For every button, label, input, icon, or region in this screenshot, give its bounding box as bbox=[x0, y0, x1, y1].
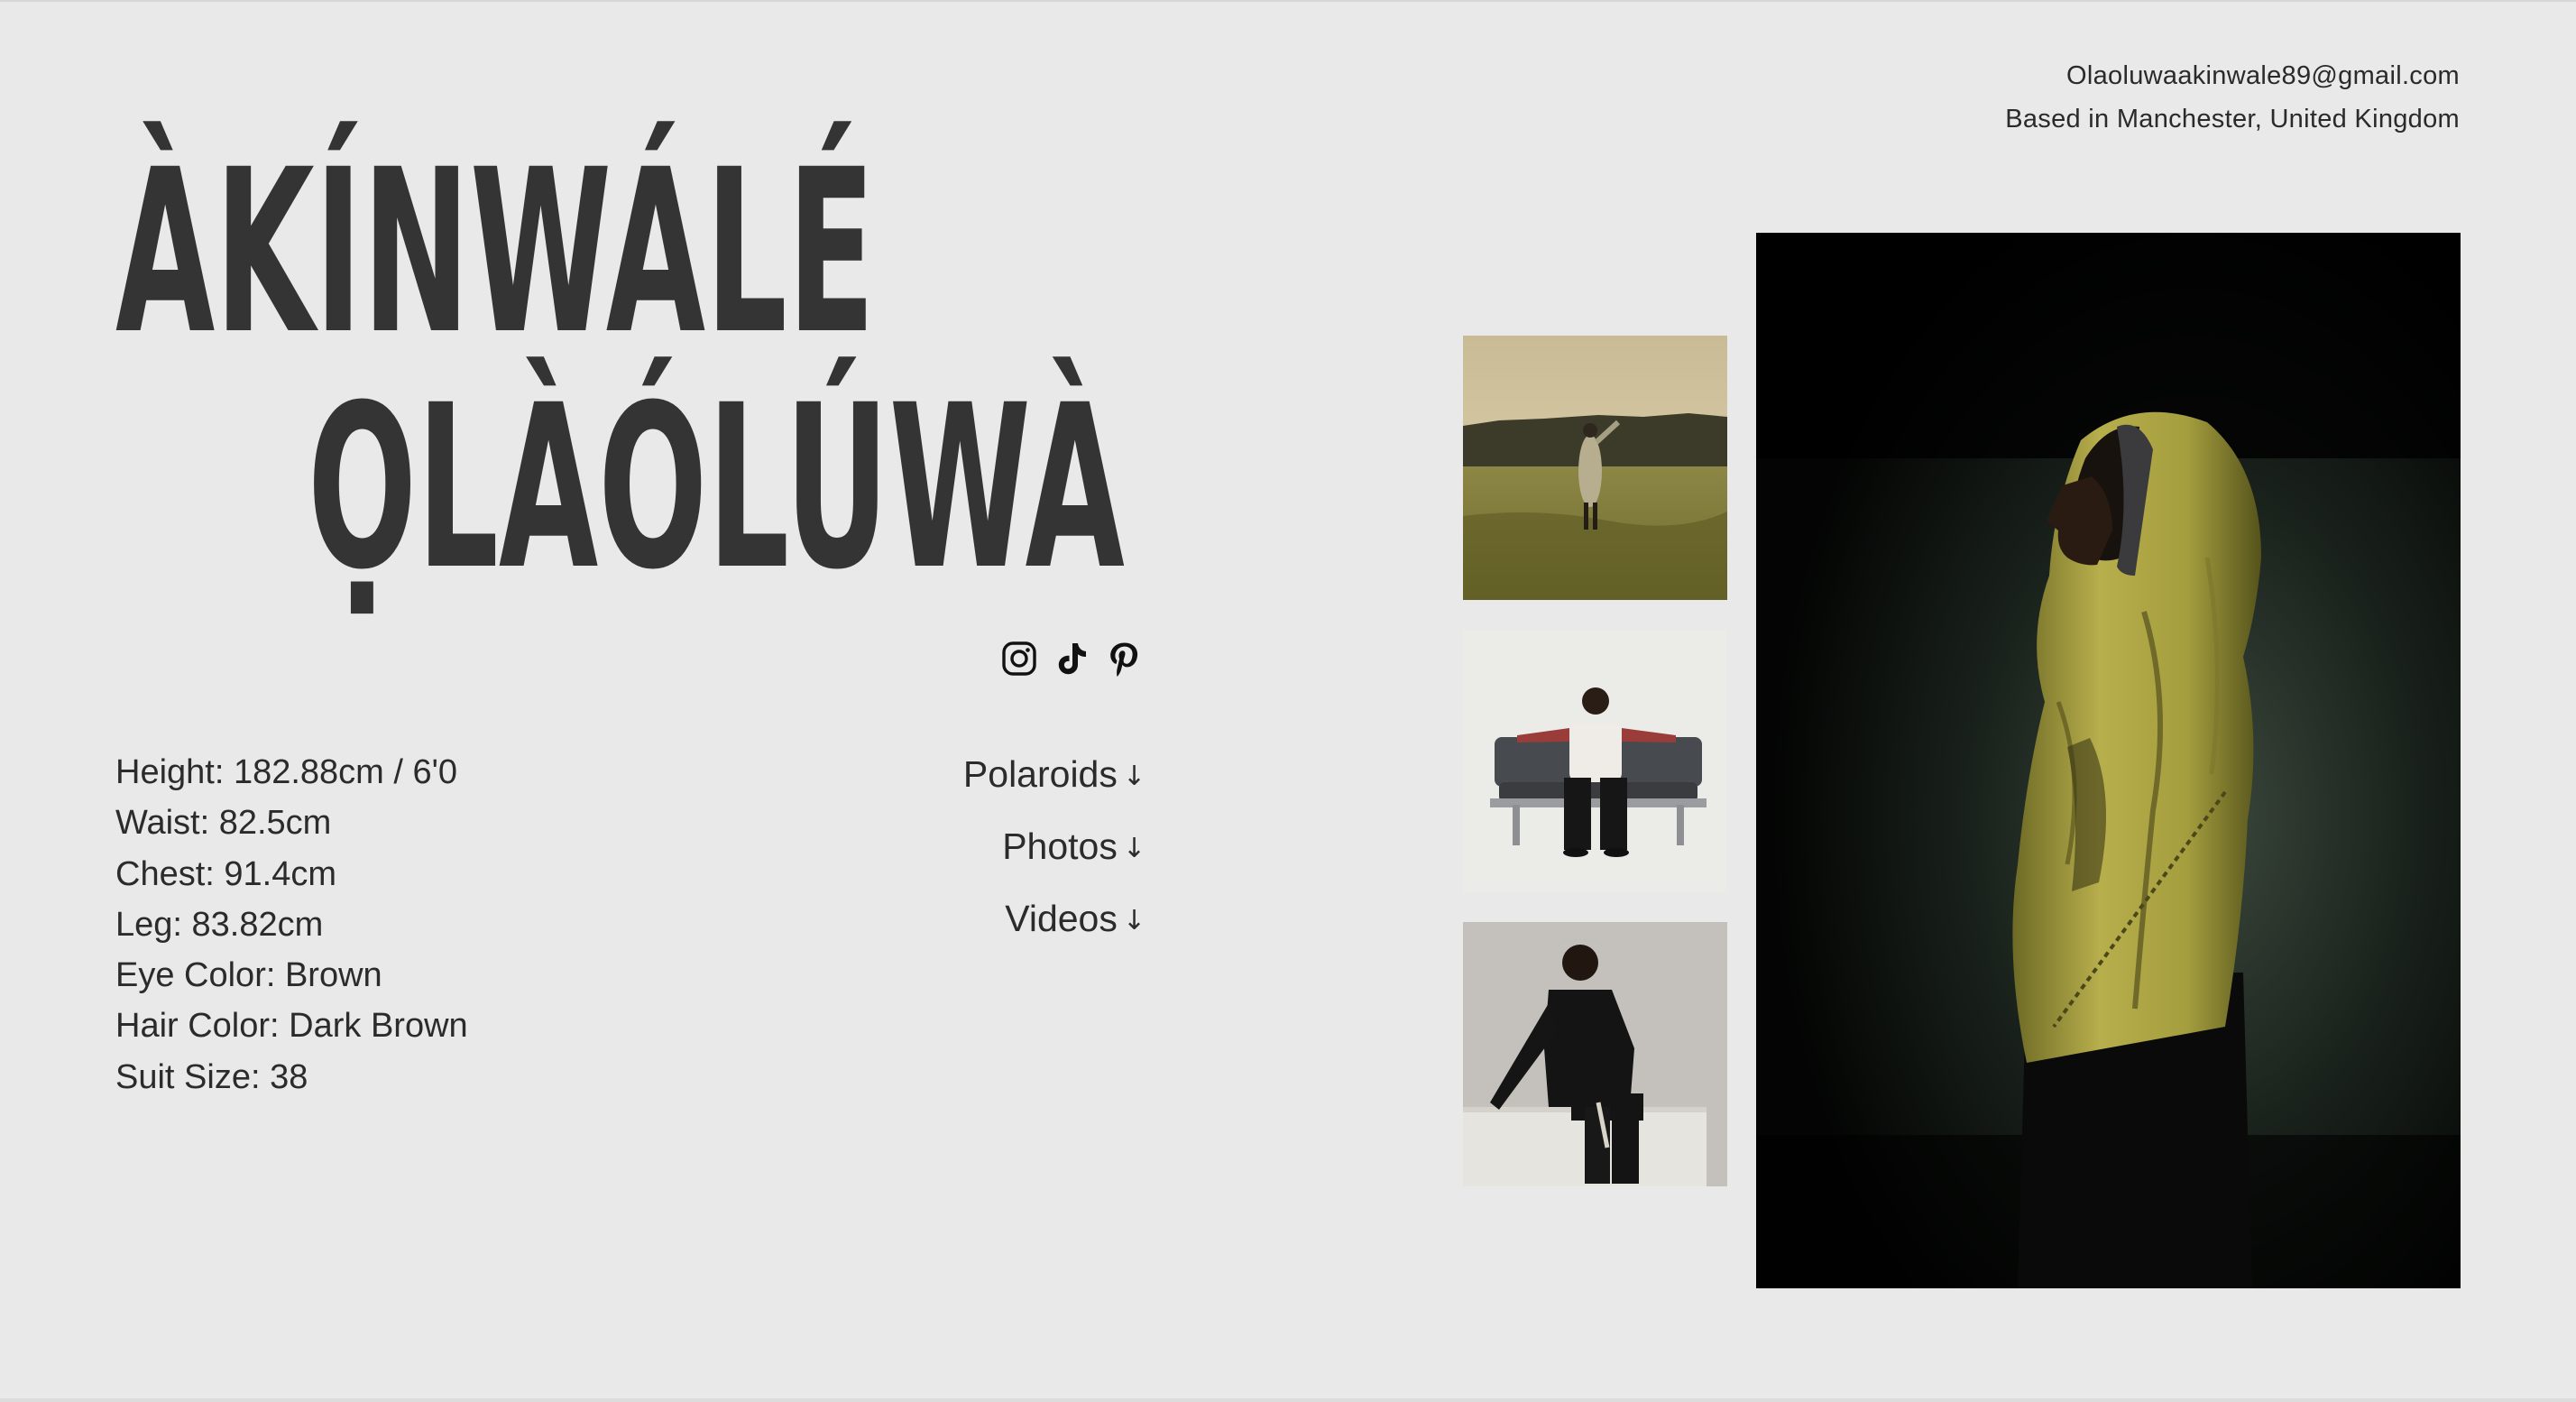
thumbnail-studio-photo[interactable] bbox=[1463, 922, 1727, 1186]
stat-hair-color: Hair Color: Dark Brown bbox=[115, 1007, 468, 1046]
measurements-list: Height: 182.88cm / 6'0 Waist: 82.5cm Che… bbox=[115, 747, 468, 1102]
pinterest-icon[interactable] bbox=[1106, 641, 1142, 677]
email-link[interactable]: Olaoluwaakinwale89@gmail.com bbox=[2066, 61, 2460, 90]
nav-photos-label: Photos bbox=[1002, 826, 1118, 867]
stat-chest: Chest: 91.4cm bbox=[115, 854, 336, 893]
thumbnail-field-photo[interactable] bbox=[1463, 336, 1727, 600]
arrow-down-icon: ↓ bbox=[1122, 761, 1145, 792]
nav-videos-label: Videos bbox=[1005, 898, 1118, 939]
hero-portrait-photo[interactable] bbox=[1756, 233, 2461, 1288]
social-links bbox=[1001, 641, 1142, 677]
name-second-line: ỌLÀÓLÚWÀ bbox=[308, 356, 1125, 619]
bottom-divider bbox=[0, 1398, 2576, 1402]
name-first-line: ÀKÍNWÁLÉ bbox=[115, 121, 876, 383]
section-nav: Polaroids ↓ Photos ↓ Videos ↓ bbox=[963, 747, 1145, 964]
arrow-down-icon: ↓ bbox=[1122, 905, 1145, 936]
top-divider bbox=[0, 0, 2576, 2]
stat-eye-color: Eye Color: Brown bbox=[115, 956, 382, 995]
stat-leg: Leg: 83.82cm bbox=[115, 905, 324, 944]
location-text: Based in Manchester, United Kingdom bbox=[2005, 105, 2460, 134]
stat-suit-size: Suit Size: 38 bbox=[115, 1057, 308, 1096]
stat-waist: Waist: 82.5cm bbox=[115, 804, 332, 843]
contact-info: Olaoluwaakinwale89@gmail.com Based in Ma… bbox=[2005, 54, 2460, 141]
stat-height: Height: 182.88cm / 6'0 bbox=[115, 753, 458, 791]
arrow-down-icon: ↓ bbox=[1122, 833, 1145, 864]
nav-polaroids-label: Polaroids bbox=[962, 753, 1118, 795]
thumbnail-bench-photo[interactable] bbox=[1463, 629, 1727, 893]
instagram-icon[interactable] bbox=[1001, 641, 1037, 677]
portfolio-page: Olaoluwaakinwale89@gmail.com Based in Ma… bbox=[0, 0, 2576, 1402]
nav-polaroids[interactable]: Polaroids ↓ bbox=[963, 747, 1145, 819]
nav-videos[interactable]: Videos ↓ bbox=[963, 891, 1145, 964]
tiktok-icon[interactable] bbox=[1053, 641, 1090, 677]
nav-photos[interactable]: Photos ↓ bbox=[963, 819, 1145, 891]
